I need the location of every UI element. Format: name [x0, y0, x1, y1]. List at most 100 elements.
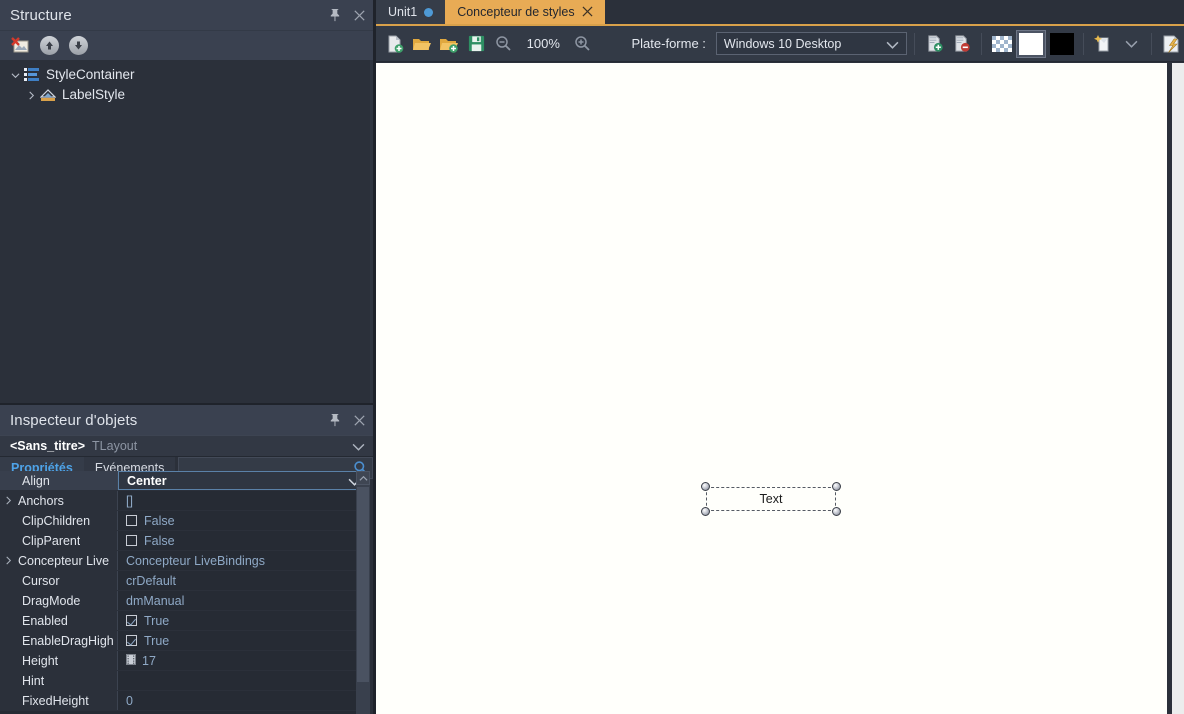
chevron-right-icon[interactable]	[4, 496, 16, 505]
inspector-object-selector[interactable]: <Sans_titre> TLayout	[0, 435, 373, 457]
property-grid-scrollbar[interactable]	[356, 471, 370, 714]
property-name: Cursor	[0, 571, 118, 590]
property-value[interactable]	[118, 671, 370, 690]
white-swatch-icon	[1019, 32, 1044, 55]
property-value-label: 17	[142, 653, 156, 668]
scrollbar-up-button[interactable]	[356, 471, 370, 485]
close-icon[interactable]	[582, 5, 593, 20]
apply-style-icon	[1163, 35, 1179, 53]
tab-concepteur-de-styles[interactable]: Concepteur de styles	[445, 0, 605, 24]
property-row[interactable]: FixedHeight 0	[0, 691, 370, 711]
property-value-label: crDefault	[126, 573, 177, 588]
property-value[interactable]: 0	[118, 691, 370, 710]
property-row[interactable]: ClipParent False	[0, 531, 370, 551]
property-value[interactable]: []	[118, 491, 370, 510]
property-row[interactable]: Enabled True	[0, 611, 370, 631]
save-style-button[interactable]	[464, 31, 489, 57]
zoom-level-label: 100%	[526, 36, 560, 51]
toolbar-separator	[1150, 32, 1152, 55]
pin-icon[interactable]	[327, 413, 342, 428]
property-name-label: FixedHeight	[22, 693, 89, 708]
property-grid[interactable]: Align Center Anchors[] ClipChildren False Cli…	[0, 471, 370, 714]
black-background-button[interactable]	[1048, 31, 1076, 57]
new-style-resource-button[interactable]	[1091, 31, 1116, 57]
resize-handle-bottom-right[interactable]	[832, 507, 841, 516]
property-name: EnableDragHigh	[0, 631, 118, 650]
scrollbar-thumb[interactable]	[357, 487, 369, 682]
checkbox-icon[interactable]	[126, 615, 137, 626]
property-row[interactable]: DragMode dmManual	[0, 591, 370, 611]
property-name-label: Anchors	[18, 493, 64, 508]
white-background-button[interactable]	[1016, 29, 1047, 58]
property-name: Anchors	[0, 491, 118, 510]
property-value[interactable]: dmManual	[118, 591, 370, 610]
structure-tree[interactable]: StyleContainer LabelStyle	[0, 60, 370, 403]
property-row[interactable]: Anchors []	[0, 491, 370, 511]
property-name-label: DragMode	[22, 593, 81, 608]
new-file-icon	[388, 35, 403, 53]
property-row[interactable]: Height 17	[0, 651, 370, 671]
new-style-file-button[interactable]	[382, 31, 407, 57]
transparent-background-button[interactable]	[989, 31, 1014, 57]
add-style-button[interactable]	[922, 31, 947, 57]
close-icon[interactable]	[352, 413, 367, 428]
apply-style-button[interactable]	[1159, 31, 1184, 57]
tree-item-stylecontainer[interactable]: StyleContainer	[0, 65, 370, 85]
modified-dot-icon	[424, 7, 434, 17]
property-name-label: Height	[22, 653, 59, 668]
tree-item-labelstyle[interactable]: LabelStyle	[0, 85, 370, 105]
property-name-label: Enabled	[22, 613, 68, 628]
designer-toolbar: 100% Plate-forme : Windows 10 Desktop	[376, 26, 1184, 62]
chevron-right-icon[interactable]	[24, 88, 38, 102]
remove-style-button[interactable]	[949, 31, 974, 57]
checkbox-icon[interactable]	[126, 515, 137, 526]
platform-select[interactable]: Windows 10 Desktop	[715, 32, 907, 55]
property-value[interactable]: False	[118, 531, 370, 550]
save-icon	[468, 35, 484, 52]
chevron-down-icon	[1125, 40, 1138, 48]
move-up-button[interactable]	[38, 35, 60, 57]
zoom-out-button[interactable]	[491, 31, 516, 57]
zoom-in-icon	[575, 36, 591, 51]
zoom-in-button[interactable]	[570, 31, 595, 57]
property-name-label: Concepteur Live	[18, 553, 110, 568]
property-value[interactable]: False	[118, 511, 370, 530]
property-value[interactable]: Center	[118, 471, 370, 490]
add-folder-button[interactable]	[437, 31, 462, 57]
tab-unit1[interactable]: Unit1	[376, 0, 446, 24]
property-row[interactable]: Concepteur Live Concepteur LiveBindings	[0, 551, 370, 571]
chevron-right-icon[interactable]	[4, 556, 16, 565]
pin-icon[interactable]	[327, 8, 342, 23]
property-name-label: ClipChildren	[22, 513, 91, 528]
open-style-button[interactable]	[409, 31, 434, 57]
chevron-down-icon[interactable]	[352, 440, 365, 458]
style-design-canvas[interactable]: Text	[376, 63, 1167, 714]
property-value[interactable]: Concepteur LiveBindings	[118, 551, 370, 570]
new-style-dropdown-button[interactable]	[1118, 31, 1143, 57]
chevron-down-icon[interactable]	[8, 68, 22, 82]
property-row[interactable]: Cursor crDefault	[0, 571, 370, 591]
property-row[interactable]: ClipChildren False	[0, 511, 370, 531]
property-value[interactable]: 17	[118, 651, 370, 670]
tree-item-label: StyleContainer	[46, 67, 135, 82]
close-icon[interactable]	[352, 8, 367, 23]
checkbox-icon[interactable]	[126, 635, 137, 646]
delete-item-button[interactable]	[9, 35, 31, 57]
checkbox-icon[interactable]	[126, 535, 137, 546]
property-name: Align	[0, 471, 118, 490]
property-value[interactable]: True	[118, 611, 370, 630]
move-down-button[interactable]	[67, 35, 89, 57]
selected-control-text[interactable]: Text	[701, 482, 841, 516]
resize-handle-top-right[interactable]	[832, 482, 841, 491]
tab-label: Unit1	[388, 5, 418, 19]
property-name-label: ClipParent	[22, 533, 81, 548]
property-row[interactable]: Hint	[0, 671, 370, 691]
new-style-resource-icon	[1094, 34, 1109, 51]
property-name-label: Cursor	[22, 573, 60, 588]
resize-handle-bottom-left[interactable]	[701, 507, 710, 516]
property-row[interactable]: Align Center	[0, 471, 370, 491]
property-value[interactable]: crDefault	[118, 571, 370, 590]
property-row[interactable]: EnableDragHigh True	[0, 631, 370, 651]
property-value[interactable]: True	[118, 631, 370, 650]
resize-handle-top-left[interactable]	[701, 482, 710, 491]
